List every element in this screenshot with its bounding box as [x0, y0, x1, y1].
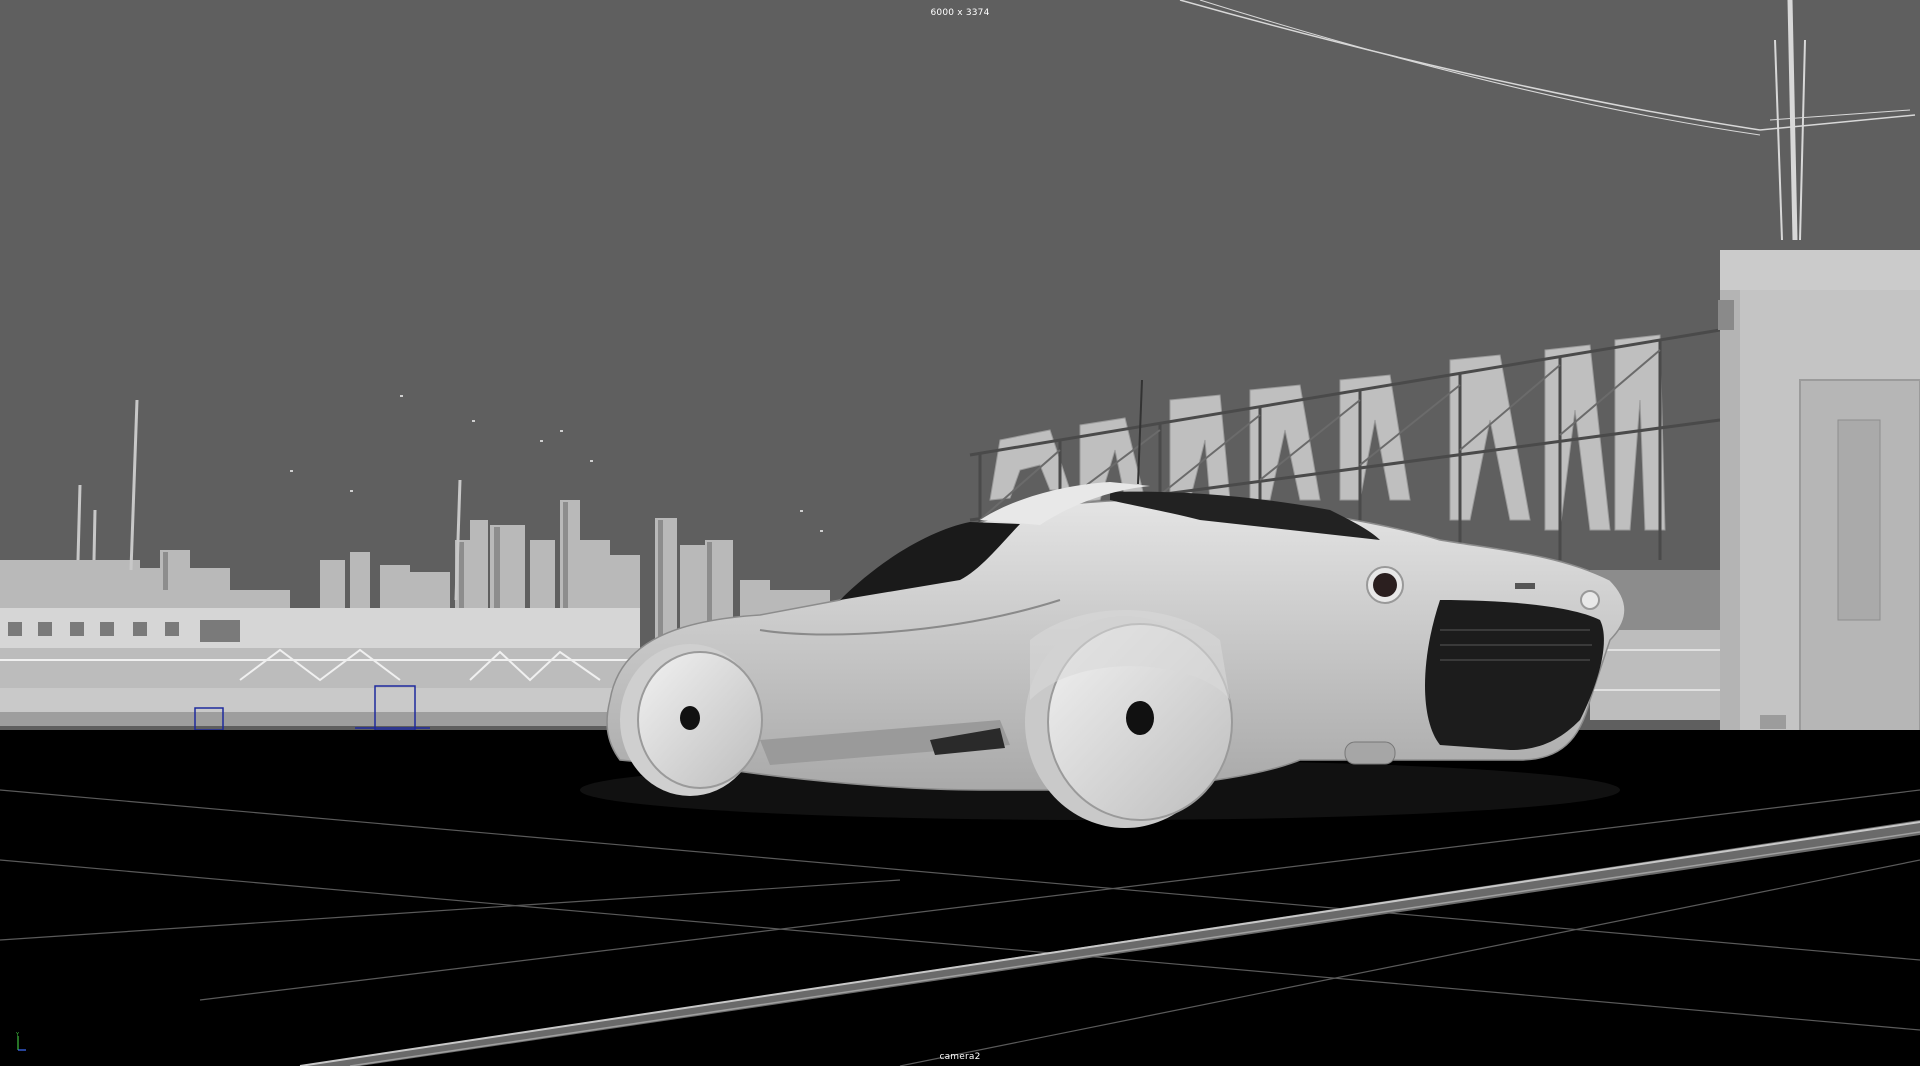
svg-text:Y: Y	[15, 1032, 20, 1038]
resolution-gate-label: 6000 x 3374	[930, 8, 990, 18]
3d-viewport[interactable]: 6000 x 3374 camera2 Y	[0, 0, 1920, 1066]
rooftop-building	[1718, 250, 1920, 771]
rear-badge	[1515, 583, 1535, 589]
taillight-right-icon	[1580, 590, 1600, 610]
taillight-left-core	[1373, 573, 1397, 597]
bridge-left	[0, 608, 640, 726]
exhaust-pipe	[1344, 741, 1396, 765]
camera-name-label: camera2	[939, 1052, 981, 1062]
axis-gizmo-icon: Y	[15, 1032, 26, 1051]
viewport-scene[interactable]	[0, 0, 1920, 1066]
